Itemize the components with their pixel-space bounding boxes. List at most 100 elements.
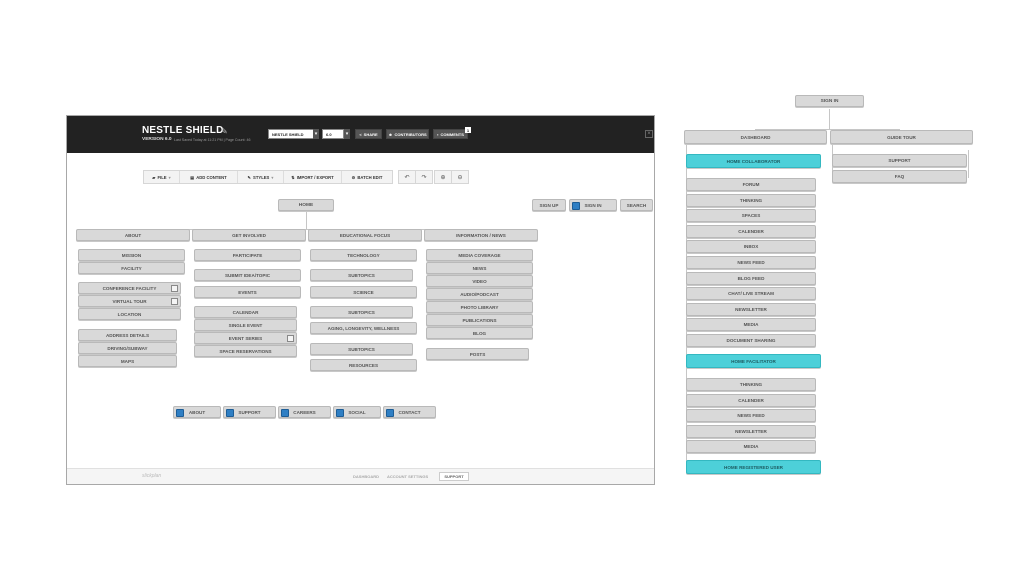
node-educational-focus[interactable]: EDUCATIONAL FOCUS <box>308 229 422 241</box>
node-facility[interactable]: FACILITY <box>78 262 185 274</box>
node-sign-in-root[interactable]: SIGN IN <box>795 95 864 107</box>
node-label: EVENT SERIES <box>228 335 263 341</box>
chevron-down-icon[interactable]: ▾ <box>344 129 350 139</box>
contributors-button[interactable]: ☻ CONTRIBUTORS <box>386 129 429 139</box>
node-technology[interactable]: TECHNOLOGY <box>310 249 417 261</box>
node-audio-podcast[interactable]: AUDIO/PODCAST <box>426 288 533 300</box>
node-resources[interactable]: RESOURCES <box>310 359 417 371</box>
list-item[interactable]: MEDIA <box>686 440 816 454</box>
list-item[interactable]: NEWS FEED <box>686 409 816 423</box>
node-subtopics[interactable]: SUBTOPICS <box>310 343 413 355</box>
footer-node-social[interactable]: SOCIAL <box>333 406 381 418</box>
project-select[interactable]: NESTLE SHIELD <box>268 129 314 139</box>
footer-node-about[interactable]: ABOUT <box>173 406 221 418</box>
node-events[interactable]: EVENTS <box>194 286 301 298</box>
list-item[interactable]: CHAT/ LIVE STREAM <box>686 287 816 301</box>
node-space-reservations[interactable]: SPACE RESERVATIONS <box>194 345 297 357</box>
list-item[interactable]: CALENDER <box>686 393 816 407</box>
node-media-coverage[interactable]: MEDIA COVERAGE <box>426 249 533 261</box>
list-item[interactable]: NEWSLETTER <box>686 424 816 438</box>
brush-icon: ✎ <box>247 174 252 180</box>
zoom-out-icon: ⊖ <box>457 174 463 181</box>
close-icon[interactable]: × <box>645 130 653 138</box>
node-home[interactable]: HOME <box>278 199 334 211</box>
node-get-involved[interactable]: GET INVOLVED <box>192 229 306 241</box>
share-label: SHARE <box>363 131 378 137</box>
list-item[interactable]: CALENDER <box>686 224 816 238</box>
node-blog[interactable]: BLOG <box>426 327 533 339</box>
node-faq[interactable]: FAQ <box>832 170 967 183</box>
node-subtopics[interactable]: SUBTOPICS <box>310 306 413 318</box>
zoom-out-button[interactable]: ⊖ <box>451 170 469 184</box>
node-conference-facility[interactable]: CONFERENCE FACILITY <box>78 282 181 294</box>
node-label: CONFERENCE FACILITY <box>102 285 157 291</box>
comments-button[interactable]: ▪ COMMENTS <box>433 129 468 139</box>
node-driving-subway[interactable]: DRIVING/SUBWAY <box>78 342 177 354</box>
file-label: FILE <box>157 174 167 180</box>
list-item[interactable]: SPACES <box>686 209 816 223</box>
undo-button[interactable]: ↶ <box>398 170 416 184</box>
footer-node-careers[interactable]: CAREERS <box>278 406 331 418</box>
node-photo-library[interactable]: PHOTO LIBRARY <box>426 301 533 313</box>
node-video[interactable]: VIDEO <box>426 275 533 287</box>
footer-link-account-settings[interactable]: ACCOUNT SETTINGS <box>387 474 428 479</box>
project-title: NESTLE SHIELD <box>142 125 224 136</box>
node-calendar[interactable]: CALENDAR <box>194 306 297 318</box>
node-home-collaborator[interactable]: HOME COLLABORATOR <box>686 154 821 168</box>
chevron-down-icon[interactable]: ▾ <box>313 129 319 139</box>
footer-node-support[interactable]: SUPPORT <box>223 406 276 418</box>
node-support[interactable]: SUPPORT <box>832 154 967 167</box>
add-content-button[interactable]: ▤ ADD CONTENT <box>180 171 238 183</box>
list-item[interactable]: NEWSLETTER <box>686 302 816 316</box>
node-address-details[interactable]: ADDRESS DETAILS <box>78 329 177 341</box>
node-maps[interactable]: MAPS <box>78 355 177 367</box>
node-label: SOCIAL <box>348 409 366 415</box>
list-item[interactable]: BLOG FEED <box>686 271 816 285</box>
redo-button[interactable]: ↷ <box>415 170 433 184</box>
footer-support-button[interactable]: SUPPORT <box>439 472 469 481</box>
zoom-in-button[interactable]: ⊕ <box>434 170 452 184</box>
styles-menu[interactable]: ✎ STYLES ▾ <box>238 171 284 183</box>
import-export-button[interactable]: ⇅ IMPORT / EXPORT <box>284 171 342 183</box>
node-about[interactable]: ABOUT <box>76 229 190 241</box>
edit-title-icon[interactable]: ✎ <box>221 127 228 136</box>
node-event-series[interactable]: EVENT SERIES <box>194 332 297 344</box>
node-posts[interactable]: POSTS <box>426 348 529 360</box>
node-home-facilitator[interactable]: HOME FACILITATOR <box>686 354 821 368</box>
app-footer: slickplan DASHBOARD ACCOUNT SETTINGS SUP… <box>67 468 654 484</box>
list-item[interactable]: DOCUMENT SHARING <box>686 334 816 347</box>
node-news[interactable]: NEWS <box>426 262 533 274</box>
node-location[interactable]: LOCATION <box>78 308 181 320</box>
folder-icon: ▰ <box>152 174 156 180</box>
node-submit-idea[interactable]: SUBMIT IDEA/TOPIC <box>194 269 301 281</box>
list-item[interactable]: NEWS FEED <box>686 256 816 269</box>
node-single-event[interactable]: SINGLE EVENT <box>194 319 297 331</box>
node-sign-in[interactable]: SIGN IN <box>569 199 617 211</box>
node-information-news[interactable]: INFORMATION / NEWS <box>424 229 538 241</box>
node-aging-longevity-wellness[interactable]: AGING, LONGEVITY, WELLNESS <box>310 322 417 334</box>
node-virtual-tour[interactable]: VIRTUAL TOUR <box>78 295 181 307</box>
footer-node-contact[interactable]: CONTACT <box>383 406 436 418</box>
node-search[interactable]: SEARCH <box>620 199 653 211</box>
node-participate[interactable]: PARTICIPATE <box>194 249 301 261</box>
node-dashboard[interactable]: DASHBOARD <box>684 130 827 144</box>
list-item[interactable]: THINKING <box>686 378 816 391</box>
share-button[interactable]: < SHARE <box>355 129 382 139</box>
app-header: NESTLE SHIELD ✎ VERSION 6.0 Last Saved T… <box>67 116 654 153</box>
list-item[interactable]: FORUM <box>686 178 816 191</box>
list-item[interactable]: MEDIA <box>686 318 816 332</box>
batch-edit-button[interactable]: ⚙ BATCH EDIT <box>342 171 392 183</box>
node-guide-tour[interactable]: GUIDE TOUR <box>830 130 973 144</box>
file-menu[interactable]: ▰ FILE ▾ <box>144 171 180 183</box>
node-home-registered-user[interactable]: HOME REGISTERED USER <box>686 460 821 474</box>
version-select[interactable]: 6.0 <box>322 129 344 139</box>
node-science[interactable]: SCIENCE <box>310 286 417 298</box>
node-sign-up[interactable]: SIGN UP <box>532 199 566 211</box>
list-item[interactable]: THINKING <box>686 193 816 207</box>
list-item[interactable]: INBOX <box>686 240 816 254</box>
node-publications[interactable]: PUBLICATIONS <box>426 314 533 326</box>
node-mission[interactable]: MISSION <box>78 249 185 261</box>
footer-link-dashboard[interactable]: DASHBOARD <box>353 474 379 479</box>
node-subtopics[interactable]: SUBTOPICS <box>310 269 413 281</box>
node-label: CAREERS <box>293 409 316 415</box>
